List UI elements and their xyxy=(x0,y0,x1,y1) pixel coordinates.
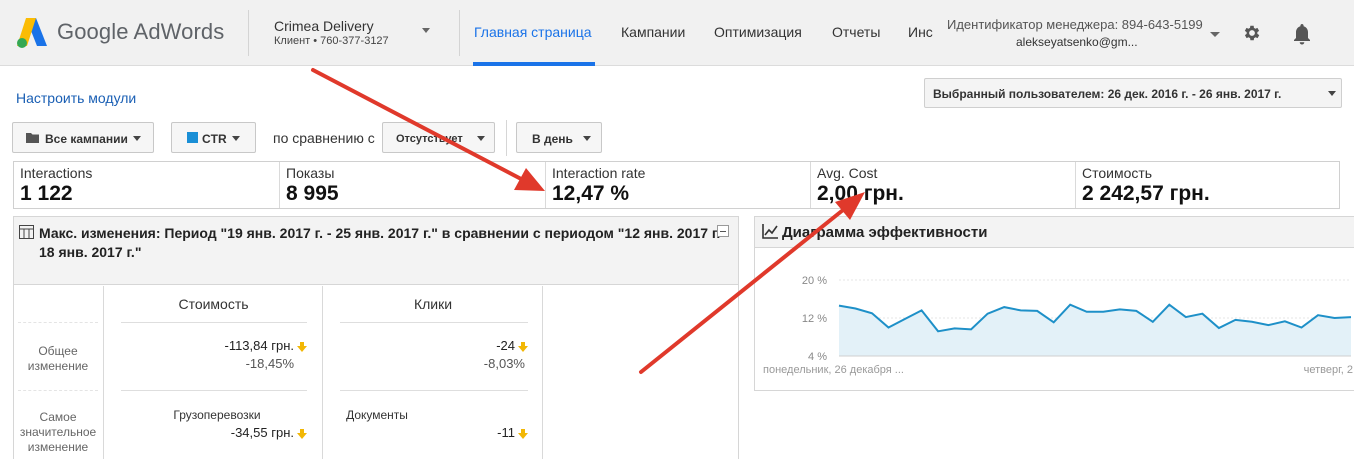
row-label-biggest-change: Самое значительное изменение xyxy=(19,410,97,454)
top-bar: Google AdWords Crimea Delivery Клиент • … xyxy=(0,0,1354,66)
manager-id: Идентификатор менеджера: 894-643-5199 xyxy=(947,17,1203,32)
metric-interaction-rate[interactable]: Interaction rate 12,47 % xyxy=(546,162,811,208)
divider xyxy=(248,10,249,56)
performance-chart-panel: Диаграмма эффективности 20 % 12 % 4 % понед… xyxy=(754,216,1354,391)
caret-down-icon xyxy=(477,136,485,141)
clicks-total-percent: -8,03% xyxy=(483,356,525,371)
manager-email: alekseyatsenko@gm... xyxy=(1016,35,1138,49)
biggest-changes-panel: Макс. изменения: Период "19 янв. 2017 г.… xyxy=(13,216,739,459)
nav-tab-reports[interactable]: Отчеты xyxy=(832,24,880,40)
divider xyxy=(459,10,460,56)
logo-text[interactable]: Google AdWords xyxy=(57,19,224,45)
metric-selector-label: CTR xyxy=(202,132,227,146)
metric-avg-cost[interactable]: Avg. Cost 2,00 грн. xyxy=(811,162,1076,208)
clicks-total-change: -24 xyxy=(323,338,528,353)
metric-label: Стоимость xyxy=(1082,165,1153,181)
caret-down-icon xyxy=(133,136,141,141)
divider xyxy=(18,322,98,323)
chevron-down-icon[interactable] xyxy=(1210,32,1220,37)
nav-tab-campaigns[interactable]: Кампании xyxy=(621,24,685,40)
metric-label: Avg. Cost xyxy=(817,165,878,181)
campaign-filter-button[interactable]: Все кампании xyxy=(12,122,154,153)
caret-down-icon xyxy=(583,136,591,141)
active-tab-indicator xyxy=(473,62,595,66)
metric-label: Interaction rate xyxy=(552,165,646,181)
divider xyxy=(506,120,507,156)
decrease-arrow-icon xyxy=(518,428,528,439)
notifications-bell-icon[interactable] xyxy=(1291,22,1313,46)
campaign-filter-label: Все кампании xyxy=(45,132,128,146)
table-icon xyxy=(19,225,34,239)
x-axis-label-end: четверг, 2 xyxy=(1304,364,1353,376)
nav-tab-tools[interactable]: Инс xyxy=(908,24,938,40)
decrease-arrow-icon xyxy=(297,341,307,352)
date-range-label: Выбранный пользователем: 26 дек. 2016 г.… xyxy=(933,87,1282,101)
clicks-top-category: Документы xyxy=(346,408,408,422)
column-header-clicks: Клики xyxy=(413,296,453,312)
y-tick-label: 4 % xyxy=(808,351,827,363)
divider xyxy=(340,322,528,323)
panel-header: Макс. изменения: Период "19 янв. 2017 г.… xyxy=(14,217,738,285)
y-tick-label: 20 % xyxy=(802,275,827,287)
metrics-summary: Interactions 1 122 Показы 8 995 Interact… xyxy=(13,161,1340,209)
decrease-arrow-icon xyxy=(518,341,528,352)
cost-top-value: -34,55 грн. xyxy=(230,425,294,440)
panel-title: Диаграмма эффективности xyxy=(782,224,988,241)
collapse-icon[interactable] xyxy=(717,225,729,237)
caret-down-icon xyxy=(1328,91,1336,96)
granularity-selector-button[interactable]: В день xyxy=(516,122,602,153)
changes-table: Стоимость Клики Общее изменение Самое зн… xyxy=(14,286,738,459)
account-customer-id: Клиент • 760-377-3127 xyxy=(274,35,389,47)
y-tick-label: 12 % xyxy=(802,313,827,325)
divider xyxy=(340,390,528,391)
cost-top-change: -34,55 грн. xyxy=(104,425,307,440)
panel-header: Диаграмма эффективности xyxy=(755,217,1354,248)
metric-impressions[interactable]: Показы 8 995 xyxy=(280,162,546,208)
cost-total-percent: -18,45% xyxy=(245,356,294,371)
account-name: Crimea Delivery xyxy=(274,18,374,34)
divider xyxy=(18,390,98,391)
caret-down-icon xyxy=(232,136,240,141)
metric-selector-button[interactable]: CTR xyxy=(171,122,256,153)
metric-value: 8 995 xyxy=(286,182,339,205)
panel-title: Макс. изменения: Период "19 янв. 2017 г.… xyxy=(39,225,729,260)
granularity-label: В день xyxy=(532,132,573,146)
divider xyxy=(121,322,307,323)
metric-interactions[interactable]: Interactions 1 122 xyxy=(14,162,280,208)
metric-value: 12,47 % xyxy=(552,182,630,205)
clicks-top-change: -11 xyxy=(323,425,528,440)
metric-color-swatch xyxy=(187,132,198,143)
nav-tab-home[interactable]: Главная страница xyxy=(474,24,592,40)
compare-selector-label: Отсутствует xyxy=(396,133,463,145)
nav-tab-optimization[interactable]: Оптимизация xyxy=(714,24,802,40)
line-chart-icon xyxy=(762,224,778,239)
x-axis-label-start: понедельник, 26 декабря ... xyxy=(763,364,904,376)
divider xyxy=(121,390,307,391)
adwords-logo-icon[interactable] xyxy=(16,16,48,49)
chevron-down-icon[interactable] xyxy=(422,28,430,33)
compare-selector-button[interactable]: Отсутствует xyxy=(382,122,495,153)
folder-icon xyxy=(26,133,39,143)
metric-value: 1 122 xyxy=(20,182,73,205)
column-header-cost: Стоимость xyxy=(178,296,249,312)
clicks-top-value: -11 xyxy=(497,425,515,440)
date-range-selector[interactable]: Выбранный пользователем: 26 дек. 2016 г.… xyxy=(924,78,1342,108)
metric-cost[interactable]: Стоимость 2 242,57 грн. xyxy=(1076,162,1339,208)
cost-total-change: -113,84 грн. xyxy=(104,338,307,353)
metric-label: Показы xyxy=(286,165,335,181)
customize-modules-link[interactable]: Настроить модули xyxy=(16,90,136,106)
performance-chart[interactable]: 20 % 12 % 4 %понедельник, 26 декабря ... че… xyxy=(755,249,1354,391)
compare-label: по сравнению с xyxy=(273,130,375,146)
decrease-arrow-icon xyxy=(297,428,307,439)
settings-gear-icon[interactable] xyxy=(1242,23,1262,43)
cost-top-category: Грузоперевозки xyxy=(173,408,261,422)
metric-value: 2 242,57 грн. xyxy=(1082,182,1210,205)
cost-total-value: -113,84 грн. xyxy=(224,338,294,353)
clicks-total-value: -24 xyxy=(496,338,515,353)
metric-value: 2,00 грн. xyxy=(817,182,904,205)
metric-label: Interactions xyxy=(20,165,93,181)
row-label-total-change: Общее изменение xyxy=(27,344,89,373)
